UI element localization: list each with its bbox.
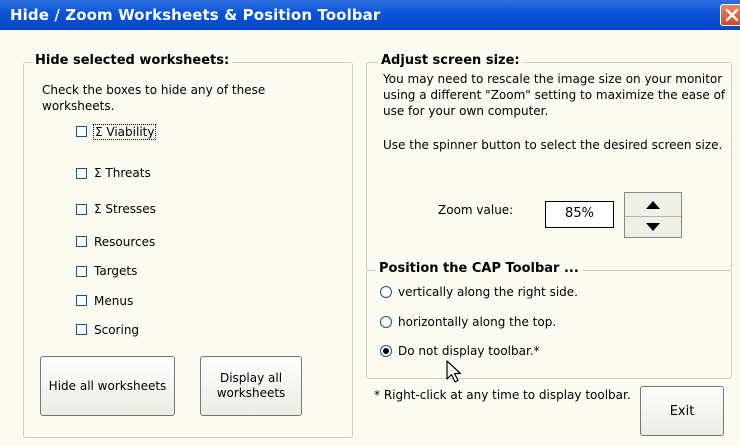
toolbar-footnote: * Right-click at any time to display too… bbox=[374, 388, 631, 402]
checkbox-label-menus[interactable]: Menus bbox=[94, 294, 133, 308]
radio-label-no-toolbar[interactable]: Do not display toolbar.* bbox=[398, 344, 540, 358]
zoom-label: Zoom value: bbox=[438, 203, 514, 217]
title-bar[interactable]: Hide / Zoom Worksheets & Position Toolba… bbox=[0, 0, 740, 30]
checkbox-viability[interactable] bbox=[76, 126, 87, 137]
checkbox-label-threats[interactable]: Σ Threats bbox=[94, 166, 151, 180]
checkbox-label-scoring[interactable]: Scoring bbox=[94, 323, 139, 337]
checkbox-stresses[interactable] bbox=[76, 204, 87, 215]
zoom-description: You may need to rescale the image size o… bbox=[383, 72, 726, 118]
checkbox-label-resources[interactable]: Resources bbox=[94, 235, 155, 249]
hide-instructions: Check the boxes to hide any of these wor… bbox=[42, 83, 266, 113]
zoom-legend: Adjust screen size: bbox=[378, 53, 523, 68]
arrow-up-icon bbox=[646, 200, 660, 209]
checkbox-label-targets[interactable]: Targets bbox=[94, 264, 137, 278]
checkbox-threats[interactable] bbox=[76, 168, 87, 179]
close-icon bbox=[725, 8, 739, 22]
exit-button[interactable]: Exit bbox=[640, 386, 724, 436]
checkbox-label-viability[interactable]: Σ Viability bbox=[93, 124, 157, 140]
radio-no-toolbar[interactable] bbox=[380, 345, 392, 357]
hide-all-worksheets-button[interactable]: Hide all worksheets bbox=[40, 356, 175, 416]
spin-down-button[interactable] bbox=[625, 216, 681, 238]
radio-selected-dot bbox=[383, 348, 389, 354]
dialog-window: Hide / Zoom Worksheets & Position Toolba… bbox=[0, 0, 740, 446]
mouse-cursor-icon bbox=[446, 360, 462, 383]
toolbar-position-legend: Position the CAP Toolbar ... bbox=[376, 261, 582, 276]
zoom-value-field[interactable]: 85% bbox=[545, 201, 614, 228]
spin-up-button[interactable] bbox=[625, 193, 681, 217]
radio-horizontal[interactable] bbox=[380, 316, 392, 328]
checkbox-label-stresses[interactable]: Σ Stresses bbox=[94, 202, 156, 216]
display-all-worksheets-button[interactable]: Display all worksheets bbox=[200, 356, 302, 416]
close-button[interactable] bbox=[720, 4, 740, 26]
hide-worksheets-legend: Hide selected worksheets: bbox=[32, 53, 233, 68]
window-title: Hide / Zoom Worksheets & Position Toolba… bbox=[10, 6, 381, 24]
checkbox-resources[interactable] bbox=[76, 236, 87, 247]
checkbox-targets[interactable] bbox=[76, 266, 87, 277]
dialog-body: Hide selected worksheets: Check the boxe… bbox=[0, 30, 740, 446]
radio-vertical[interactable] bbox=[380, 286, 392, 298]
zoom-spinner[interactable] bbox=[624, 192, 682, 238]
checkbox-scoring[interactable] bbox=[76, 324, 87, 335]
arrow-down-icon bbox=[646, 223, 660, 231]
radio-label-vertical[interactable]: vertically along the right side. bbox=[398, 285, 578, 299]
checkbox-menus[interactable] bbox=[76, 295, 87, 306]
spinner-hint: Use the spinner button to select the des… bbox=[383, 138, 723, 152]
radio-label-horizontal[interactable]: horizontally along the top. bbox=[398, 315, 556, 329]
